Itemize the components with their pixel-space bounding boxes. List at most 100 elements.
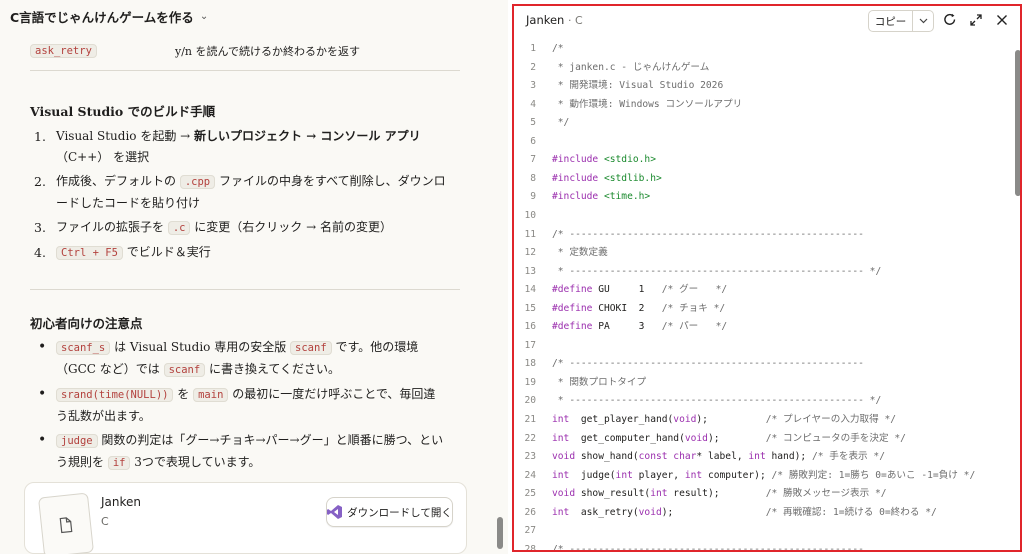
line-number: 1 <box>530 43 536 54</box>
list-item-text: scanf_s は Visual Studio 専用の安全版 scanf です。… <box>56 337 446 381</box>
notes-list: • scanf_s は Visual Studio 専用の安全版 scanf です… <box>34 337 446 477</box>
code-token: ); <box>707 432 766 444</box>
code-text: * --------------------------------------… <box>552 392 881 410</box>
code-line: 27 <box>514 522 1010 540</box>
line-number: 2 <box>530 61 536 73</box>
document-icon <box>59 517 73 534</box>
chevron-down-icon[interactable] <box>913 11 933 31</box>
code-token: /* <box>552 43 564 54</box>
line-number: 21 <box>524 414 536 425</box>
artifact-language: · C <box>568 14 583 27</box>
code-text: int get_computer_hand(void); /* コンピュータの手… <box>552 430 906 448</box>
line-number: 19 <box>524 376 536 388</box>
code-token: player, <box>632 469 685 481</box>
code-token: #include <box>552 191 604 203</box>
scrollbar-thumb[interactable] <box>497 517 503 549</box>
code-token: * --------------------------------------… <box>552 265 882 277</box>
code-line: 28 /* -----------------------------------… <box>514 541 1010 552</box>
code-token: /* -------------------------------------… <box>552 543 864 552</box>
code-line: 1 /* <box>514 40 1010 58</box>
artifact-panel-title: Janken · C <box>526 13 583 27</box>
bullet-icon: • <box>38 432 47 448</box>
code-token: * 関数プロトタイプ <box>552 376 647 388</box>
list-item: • srand(time(NULL)) を main の最初に一度だけ呼ぶことで、… <box>34 384 446 427</box>
code-token: get_computer_hand( <box>569 432 685 444</box>
list-number: 2. <box>34 174 46 189</box>
text: （C++） を選択 <box>56 150 150 164</box>
code-text: * janken.c - じゃんけんゲーム <box>552 59 710 77</box>
code-text: /* <box>552 40 564 58</box>
build-heading: Visual Studio でのビルド手順 <box>30 104 216 119</box>
code-text: int ask_retry(void); /* 再戦確認: 1=続ける 0=終わ… <box>552 504 937 522</box>
list-item-text: judge 関数の判定は「グー→チョキ→パー→グー」と順番に勝つ、という規則を … <box>56 430 446 474</box>
line-number: 14 <box>524 284 536 296</box>
code-text: void show_result(int result); /* 勝敗メッセージ… <box>552 485 887 503</box>
code-line: 18 /* -----------------------------------… <box>514 355 1010 373</box>
line-number: 5 <box>530 117 536 129</box>
copy-label[interactable]: コピー <box>869 11 913 31</box>
code-line: 25 void show_result(int result); /* 勝敗メッセ… <box>514 485 1010 503</box>
line-number: 17 <box>524 339 536 351</box>
visual-studio-icon <box>327 505 343 519</box>
close-icon[interactable] <box>994 12 1010 28</box>
table-row: ask_retry y/n を読んで続けるか終わるかを返す <box>30 44 360 58</box>
list-item: • scanf_s は Visual Studio 専用の安全版 scanf です… <box>34 337 446 381</box>
refresh-icon[interactable] <box>942 12 958 28</box>
code-text: int get_player_hand(void); /* プレイヤーの入力取得… <box>552 411 896 429</box>
code-line: 15 #define CHOKI 2 /* チョキ */ <box>514 300 1010 318</box>
code-token: int <box>748 451 766 463</box>
code-text: #define CHOKI 2 /* チョキ */ <box>552 300 725 318</box>
inline-code: .c <box>167 221 191 235</box>
code-line: 17 <box>514 337 1010 355</box>
expand-icon[interactable] <box>968 12 984 28</box>
code-token: * label, <box>696 451 749 463</box>
text: に書き換えてください。 <box>205 362 341 376</box>
line-number: 6 <box>530 135 536 147</box>
code-line: 20 * -----------------------------------… <box>514 392 1010 410</box>
code-line: 26 int ask_retry(void); /* 再戦確認: 1=続ける 0=… <box>514 504 1010 522</box>
line-number: 8 <box>530 172 536 184</box>
scrollbar-thumb[interactable] <box>1015 50 1020 196</box>
code-text: * 開発環境: Visual Studio 2026 <box>552 77 723 95</box>
code-text: * --------------------------------------… <box>552 263 881 281</box>
code-editor[interactable]: 1 /* 2 * janken.c - じゃんけんゲーム 3 * 開発環境: Visu… <box>514 38 1010 552</box>
text: 3つで表現しています。 <box>130 455 261 469</box>
line-number: 24 <box>524 469 536 481</box>
divider <box>30 289 460 290</box>
code-token: int <box>684 469 703 481</box>
code-token: int <box>552 432 570 444</box>
code-text: /* -------------------------------------… <box>552 541 864 552</box>
line-number: 4 <box>530 98 536 110</box>
list-item: 1. Visual Studio を起動 → 新しいプロジェクト → コンソール … <box>34 126 446 168</box>
code-line: 4 * 動作環境: Windows コンソールアプリ <box>514 96 1010 114</box>
copy-button[interactable]: コピー <box>868 10 934 32</box>
text: に変更（右クリック → 名前の変更） <box>190 220 392 234</box>
line-number: 16 <box>524 321 536 333</box>
conversation-title[interactable]: C言語でじゃんけんゲームを作る ⌄ <box>10 5 208 27</box>
line-number: 3 <box>530 80 536 92</box>
code-token: #define <box>552 284 599 296</box>
artifact-title: Janken <box>101 495 142 509</box>
code-text: #include <stdio.h> <box>552 151 656 169</box>
inline-code: ask_retry <box>30 44 97 58</box>
code-token: get_player_hand( <box>569 414 674 425</box>
line-number: 20 <box>524 395 536 407</box>
file-thumbnail <box>38 492 94 554</box>
list-item-text: Ctrl + F5 でビルド＆実行 <box>56 242 446 264</box>
text: ファイルの拡張子を <box>56 220 168 234</box>
code-token: result); <box>667 488 766 500</box>
text: 作成後、デフォルトの <box>56 174 180 188</box>
code-token: show_hand( <box>575 451 639 463</box>
line-number: 28 <box>524 543 536 552</box>
code-token: /* コンピュータの手を決定 */ <box>765 432 906 444</box>
table-cell: y/n を読んで続けるか終わるかを返す <box>175 45 360 58</box>
artifact-card[interactable]: Janken C ダウンロードして開く <box>24 482 467 554</box>
list-number: 1. <box>34 129 46 144</box>
chevron-down-icon[interactable]: ⌄ <box>200 11 208 22</box>
code-token: /* -------------------------------------… <box>552 228 864 240</box>
inline-code: Ctrl + F5 <box>56 246 123 260</box>
code-token: CHOKI 2 <box>598 302 662 314</box>
code-text: #include <time.h> <box>552 188 650 206</box>
download-open-button[interactable]: ダウンロードして開く <box>326 497 453 527</box>
code-token: GU 1 <box>598 284 662 296</box>
